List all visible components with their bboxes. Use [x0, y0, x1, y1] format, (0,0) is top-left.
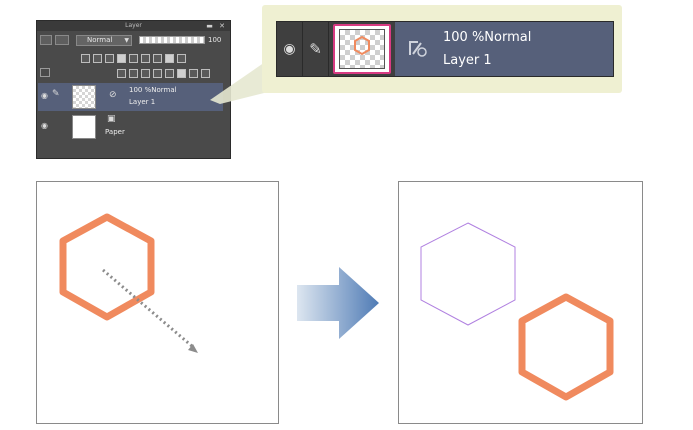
- canvas-after[interactable]: [398, 181, 643, 424]
- vector-layer-icon: [409, 41, 427, 57]
- zoomed-layer-row[interactable]: ◉ ✎ 100 %Normal Layer 1: [276, 21, 614, 77]
- pen-icon[interactable]: ✎: [303, 22, 329, 76]
- layer-info: 100 %Normal Layer 1: [395, 22, 613, 76]
- before-drawing: [59, 213, 198, 353]
- zoomed-layer-callout: ◉ ✎ 100 %Normal Layer 1: [262, 5, 622, 93]
- layer-thumbnail-selected[interactable]: [333, 24, 391, 74]
- layer-thumbnail-preview: [339, 29, 385, 69]
- eye-icon[interactable]: ◉: [277, 22, 303, 76]
- layer-mode-line: 100 %Normal: [443, 30, 532, 45]
- canvas-before[interactable]: [36, 181, 279, 424]
- move-arrow-icon: [188, 344, 198, 353]
- right-arrow-icon: [297, 267, 379, 339]
- layer-name: Layer 1: [443, 53, 492, 68]
- hexagon-thumbnail-icon: [354, 35, 370, 56]
- after-drawing: [420, 222, 614, 401]
